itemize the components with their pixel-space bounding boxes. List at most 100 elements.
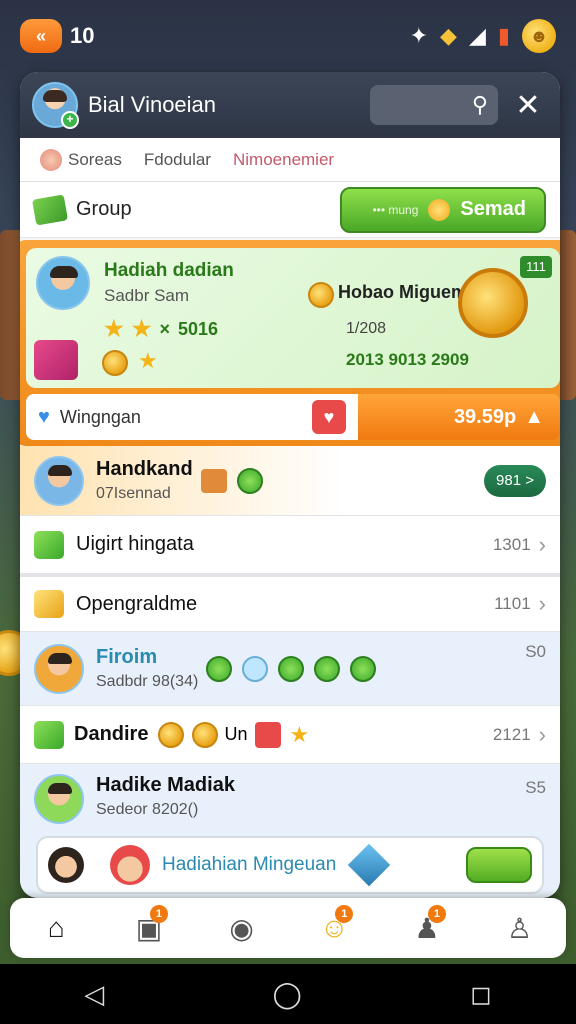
- row-avatar: [34, 774, 84, 824]
- notification-badge: 1: [149, 905, 168, 923]
- row-value: S0: [525, 642, 546, 661]
- close-icon: ✕: [515, 88, 541, 122]
- notification-badge: 1: [427, 905, 446, 923]
- group-label: Group: [76, 198, 132, 220]
- tab-label: Soreas: [68, 149, 122, 169]
- coin-emoji-icon[interactable]: ☻: [522, 19, 556, 53]
- panel-title: Bial Vinoeian: [88, 92, 217, 117]
- basket-icon: [34, 530, 64, 559]
- back-icon[interactable]: ◁: [84, 979, 104, 1010]
- nav-home[interactable]: ⌂: [31, 903, 81, 953]
- panel-header: + Bial Vinoeian ⚲ ✕: [20, 72, 560, 138]
- nav-calendar[interactable]: ▣ 1: [124, 903, 174, 953]
- nav-friend[interactable]: ♟ 1: [402, 903, 452, 953]
- footer-value: 39.59p: [453, 405, 517, 428]
- row-value: 1301: [492, 534, 531, 554]
- featured-name: Hadiah dadian: [104, 260, 234, 281]
- box-icon: [34, 720, 64, 749]
- star-icon: ★: [289, 721, 310, 747]
- user-avatar[interactable]: +: [32, 82, 79, 129]
- notification-badge: 1: [335, 905, 354, 923]
- profile-icon: ♙: [507, 912, 533, 944]
- list-item[interactable]: Firoim Sadbdr 98(34) S0: [20, 632, 560, 706]
- chevron-right-icon: ›: [538, 721, 546, 747]
- coin-icon: [158, 721, 185, 748]
- box-icon: [200, 468, 227, 493]
- battery-icon: ▮: [497, 23, 510, 48]
- signal-icon: ◢: [468, 23, 486, 48]
- stars-value: 5016: [177, 318, 219, 339]
- refresh-icon[interactable]: [350, 655, 377, 682]
- send-button[interactable]: ••• mung Semad: [340, 186, 546, 233]
- send-icon[interactable]: [242, 655, 269, 682]
- featured-avatar: [36, 256, 90, 310]
- system-nav-bar: ◁ ◯ ◻: [0, 964, 576, 1024]
- recents-icon[interactable]: ◻: [470, 979, 492, 1010]
- footer-label: Wingngan: [59, 406, 141, 427]
- promo-button[interactable]: [466, 847, 532, 883]
- back-arrow-icon[interactable]: «: [20, 19, 62, 53]
- close-button[interactable]: ✕: [508, 85, 548, 125]
- coin-icon: [308, 282, 334, 308]
- featured-card[interactable]: Hadiah dadian Sadbr Sam ★ ★ × 5016 ★ Hob…: [20, 240, 560, 446]
- level-count: 10: [70, 23, 95, 48]
- add-icon: +: [61, 111, 79, 129]
- featured-value1: 1/208: [346, 320, 387, 337]
- search-input[interactable]: ⚲: [370, 85, 498, 125]
- tab-label: Nimoenemier: [232, 149, 335, 169]
- featured-footer-left: ♥ Wingngan ♥: [26, 394, 358, 440]
- list-item[interactable]: Dandire Un ★ 2121 ›: [20, 706, 560, 764]
- like-button[interactable]: ♥: [312, 400, 346, 434]
- claim-button[interactable]: 39.59p ▲: [358, 394, 560, 440]
- main-panel: + Bial Vinoeian ⚲ ✕ Soreas Fdodular Nimo…: [20, 72, 560, 898]
- row-sub: Sedeor 8202(): [96, 801, 199, 818]
- nav-group[interactable]: ◉: [217, 903, 267, 953]
- send-small-text: ••• mung: [372, 202, 419, 217]
- gem-icon: ◆: [440, 23, 457, 48]
- money-icon: [31, 193, 69, 226]
- list-item[interactable]: Uigirt hingata 1301 ›: [20, 516, 560, 574]
- featured-stars: ★ ★ × 5016: [104, 316, 219, 341]
- girl-avatar-icon: [48, 847, 84, 883]
- group-row: Group ••• mung Semad: [20, 182, 560, 238]
- tab-nimoenemier[interactable]: Nimoenemier: [233, 150, 334, 170]
- action-icons: [206, 655, 377, 682]
- row-name: Dandire: [74, 723, 149, 745]
- gift-icon[interactable]: [314, 655, 341, 682]
- star-icon: ★: [138, 348, 158, 373]
- row-value: 1101: [494, 594, 531, 613]
- row-action-button[interactable]: 981 >: [484, 464, 546, 497]
- row-name: Hadike Madiak: [96, 774, 235, 796]
- heart-icon: ♥: [38, 405, 50, 428]
- status-bar: « 10 ✦ ◆ ◢ ▮ ☻: [0, 0, 576, 72]
- search-icon: ⚲: [471, 92, 488, 117]
- list-item[interactable]: Handkand 07Isennad 981 >: [20, 446, 560, 516]
- promo-banner[interactable]: Hadiahian Mingeuan: [36, 836, 544, 894]
- tab-fdodular[interactable]: Fdodular: [144, 150, 211, 170]
- tag-icon: [34, 590, 64, 618]
- home-icon: ⌂: [47, 912, 65, 943]
- list-item[interactable]: Opengraldme 1101 ›: [20, 574, 560, 632]
- coin-icon: [102, 350, 128, 376]
- list-item[interactable]: Hadike Madiak Sedeor 8202() S5 Hadiahian…: [20, 764, 560, 898]
- featured-inner: Hadiah dadian Sadbr Sam ★ ★ × 5016 ★ Hob…: [26, 248, 560, 388]
- status-icons: ✦ ◆ ◢ ▮ ☻: [410, 19, 556, 53]
- group-icon: ◉: [229, 912, 254, 944]
- tab-soreas[interactable]: Soreas: [40, 148, 122, 171]
- nav-smiley[interactable]: ☺ 1: [309, 903, 359, 953]
- chevron-right-icon: ›: [538, 531, 546, 557]
- row-name: Firoim: [96, 646, 158, 668]
- featured-footer: ♥ Wingngan ♥ 39.59p ▲: [26, 394, 560, 440]
- star-icon: ★: [131, 316, 152, 341]
- promo-text: Hadiahian Mingeuan: [162, 854, 337, 875]
- row-value: 2121: [492, 724, 531, 744]
- phone-icon[interactable]: [206, 655, 233, 682]
- row-avatar: [34, 643, 84, 694]
- home-circle-icon[interactable]: ◯: [273, 979, 302, 1010]
- nav-profile[interactable]: ♙: [495, 903, 545, 953]
- play-icon[interactable]: [278, 655, 305, 682]
- row-name: Handkand: [96, 458, 193, 480]
- star-icon: ★: [104, 316, 124, 341]
- row-name: Uigirt hingata: [76, 533, 194, 555]
- tab-label: Fdodular: [143, 149, 211, 169]
